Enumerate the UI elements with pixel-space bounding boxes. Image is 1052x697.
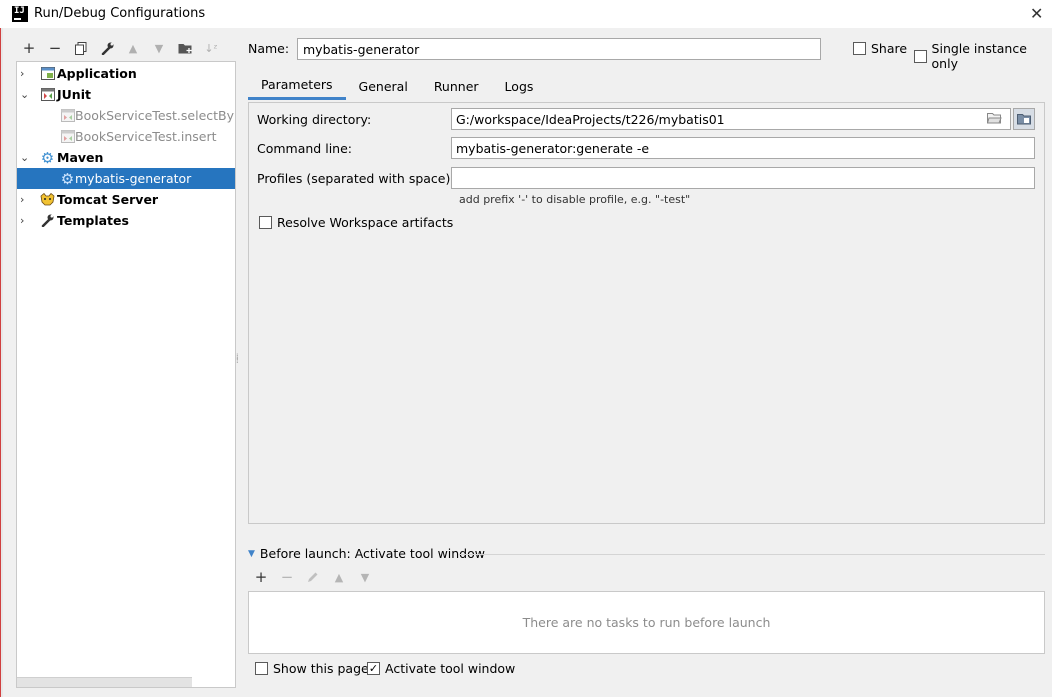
folder-open-icon[interactable] [986,112,1002,127]
share-checkbox[interactable]: Share [853,41,907,56]
tree-item-test-selectbypri[interactable]: BookServiceTest.selectByPri [17,105,235,126]
working-directory-input[interactable]: G:/workspace/IdeaProjects/t226/mybatis01 [451,108,1011,130]
name-label: Name: [248,41,290,56]
tree-horizontal-scrollbar[interactable] [17,677,192,687]
window-edge [0,28,3,697]
module-directory-button[interactable] [1013,108,1035,130]
before-launch-task-list[interactable]: There are no tasks to run before launch [248,591,1045,654]
move-up-icon[interactable]: ▲ [326,567,352,587]
tab-logs[interactable]: Logs [492,72,547,100]
tree-item-maven[interactable]: ⌄ ⚙ Maven [17,147,235,168]
new-folder-icon[interactable] [172,38,198,58]
tree-item-test-insert[interactable]: BookServiceTest.insert [17,126,235,147]
empty-tasks-text: There are no tasks to run before launch [522,615,771,630]
chevron-right-icon[interactable]: › [20,193,30,206]
single-instance-checkbox[interactable]: Single instance only [914,41,1052,71]
remove-icon[interactable]: − [42,38,68,58]
tomcat-icon [40,192,55,207]
activate-tool-window-label: Activate tool window [385,661,516,676]
close-icon[interactable]: ✕ [1030,4,1043,23]
junit-icon [40,87,55,102]
move-down-icon[interactable]: ▼ [146,38,172,58]
sort-icon[interactable]: ↓ᶻ [198,38,224,58]
copy-icon[interactable] [68,38,94,58]
move-up-icon[interactable]: ▲ [120,38,146,58]
command-line-input[interactable]: mybatis-generator:generate -e [451,137,1035,159]
share-checkbox-box[interactable] [853,42,866,55]
profiles-input[interactable] [451,167,1035,189]
chevron-right-icon[interactable]: › [20,214,30,227]
profiles-label: Profiles (separated with space): [257,171,455,186]
command-line-label: Command line: [257,141,352,156]
activate-tool-window-checkbox[interactable]: ✓ Activate tool window [367,661,515,676]
before-launch-toolbar: + − ▲ ▼ [248,567,378,587]
profiles-hint: add prefix '-' to disable profile, e.g. … [459,193,691,206]
move-down-icon[interactable]: ▼ [352,567,378,587]
show-page-label: Show this page [273,661,369,676]
test-icon [60,129,75,144]
test-icon [60,108,75,123]
chevron-down-icon[interactable]: ⌄ [20,151,30,164]
working-directory-label: Working directory: [257,112,372,127]
resolve-workspace-checkbox[interactable]: Resolve Workspace artifacts [259,215,453,230]
configuration-tree: › Application ⌄ JUnit BookServiceTest.se… [16,61,236,688]
wrench-icon[interactable] [94,38,120,58]
tree-item-tomcat-server[interactable]: › Tomcat Server [17,189,235,210]
wrench-icon [40,213,55,228]
tab-runner[interactable]: Runner [421,72,492,100]
show-page-checkbox-box[interactable] [255,662,268,675]
edit-task-icon[interactable] [300,567,326,587]
activate-checkbox-box[interactable]: ✓ [367,662,380,675]
tree-item-mybatis-generator[interactable]: ⚙ mybatis-generator [17,168,235,189]
add-task-icon[interactable]: + [248,567,274,587]
name-input[interactable]: mybatis-generator [297,38,821,60]
remove-task-icon[interactable]: − [274,567,300,587]
config-toolbar: + − ▲ ▼ ↓ᶻ [16,38,224,58]
tab-parameters[interactable]: Parameters [248,72,346,100]
tree-item-junit[interactable]: ⌄ JUnit [17,84,235,105]
share-label: Share [871,41,908,56]
folder-icon [1017,114,1031,125]
tree-item-templates[interactable]: › Templates [17,210,235,231]
divider [458,554,1045,555]
show-page-checkbox[interactable]: Show this page [255,661,369,676]
resolve-workspace-label: Resolve Workspace artifacts [277,215,454,230]
config-tabs: Parameters General Runner Logs [248,72,546,100]
chevron-down-icon[interactable]: ⌄ [20,88,30,101]
single-instance-checkbox-box[interactable] [914,49,927,63]
title-bar: IJ Run/Debug Configurations ✕ [0,0,1052,28]
chevron-right-icon[interactable]: › [20,67,30,80]
triangle-down-icon[interactable]: ▼ [248,549,255,559]
parameters-panel: Working directory: G:/workspace/IdeaProj… [248,102,1045,524]
intellij-app-icon: IJ [12,6,28,22]
tab-general[interactable]: General [346,72,421,100]
resolve-workspace-checkbox-box[interactable] [259,216,272,229]
window-title: Run/Debug Configurations [34,6,206,21]
maven-gear-icon: ⚙ [40,148,55,167]
tree-item-application[interactable]: › Application [17,63,235,84]
single-instance-label: Single instance only [931,41,1027,71]
before-launch-header[interactable]: ▼ Before launch: Activate tool window [248,546,485,561]
splitter-handle[interactable]: ⁞ ⁞ [236,353,239,365]
add-icon[interactable]: + [16,38,42,58]
maven-gear-icon: ⚙ [60,169,75,188]
before-launch-title: Before launch: Activate tool window [259,546,485,561]
application-icon [40,66,55,81]
